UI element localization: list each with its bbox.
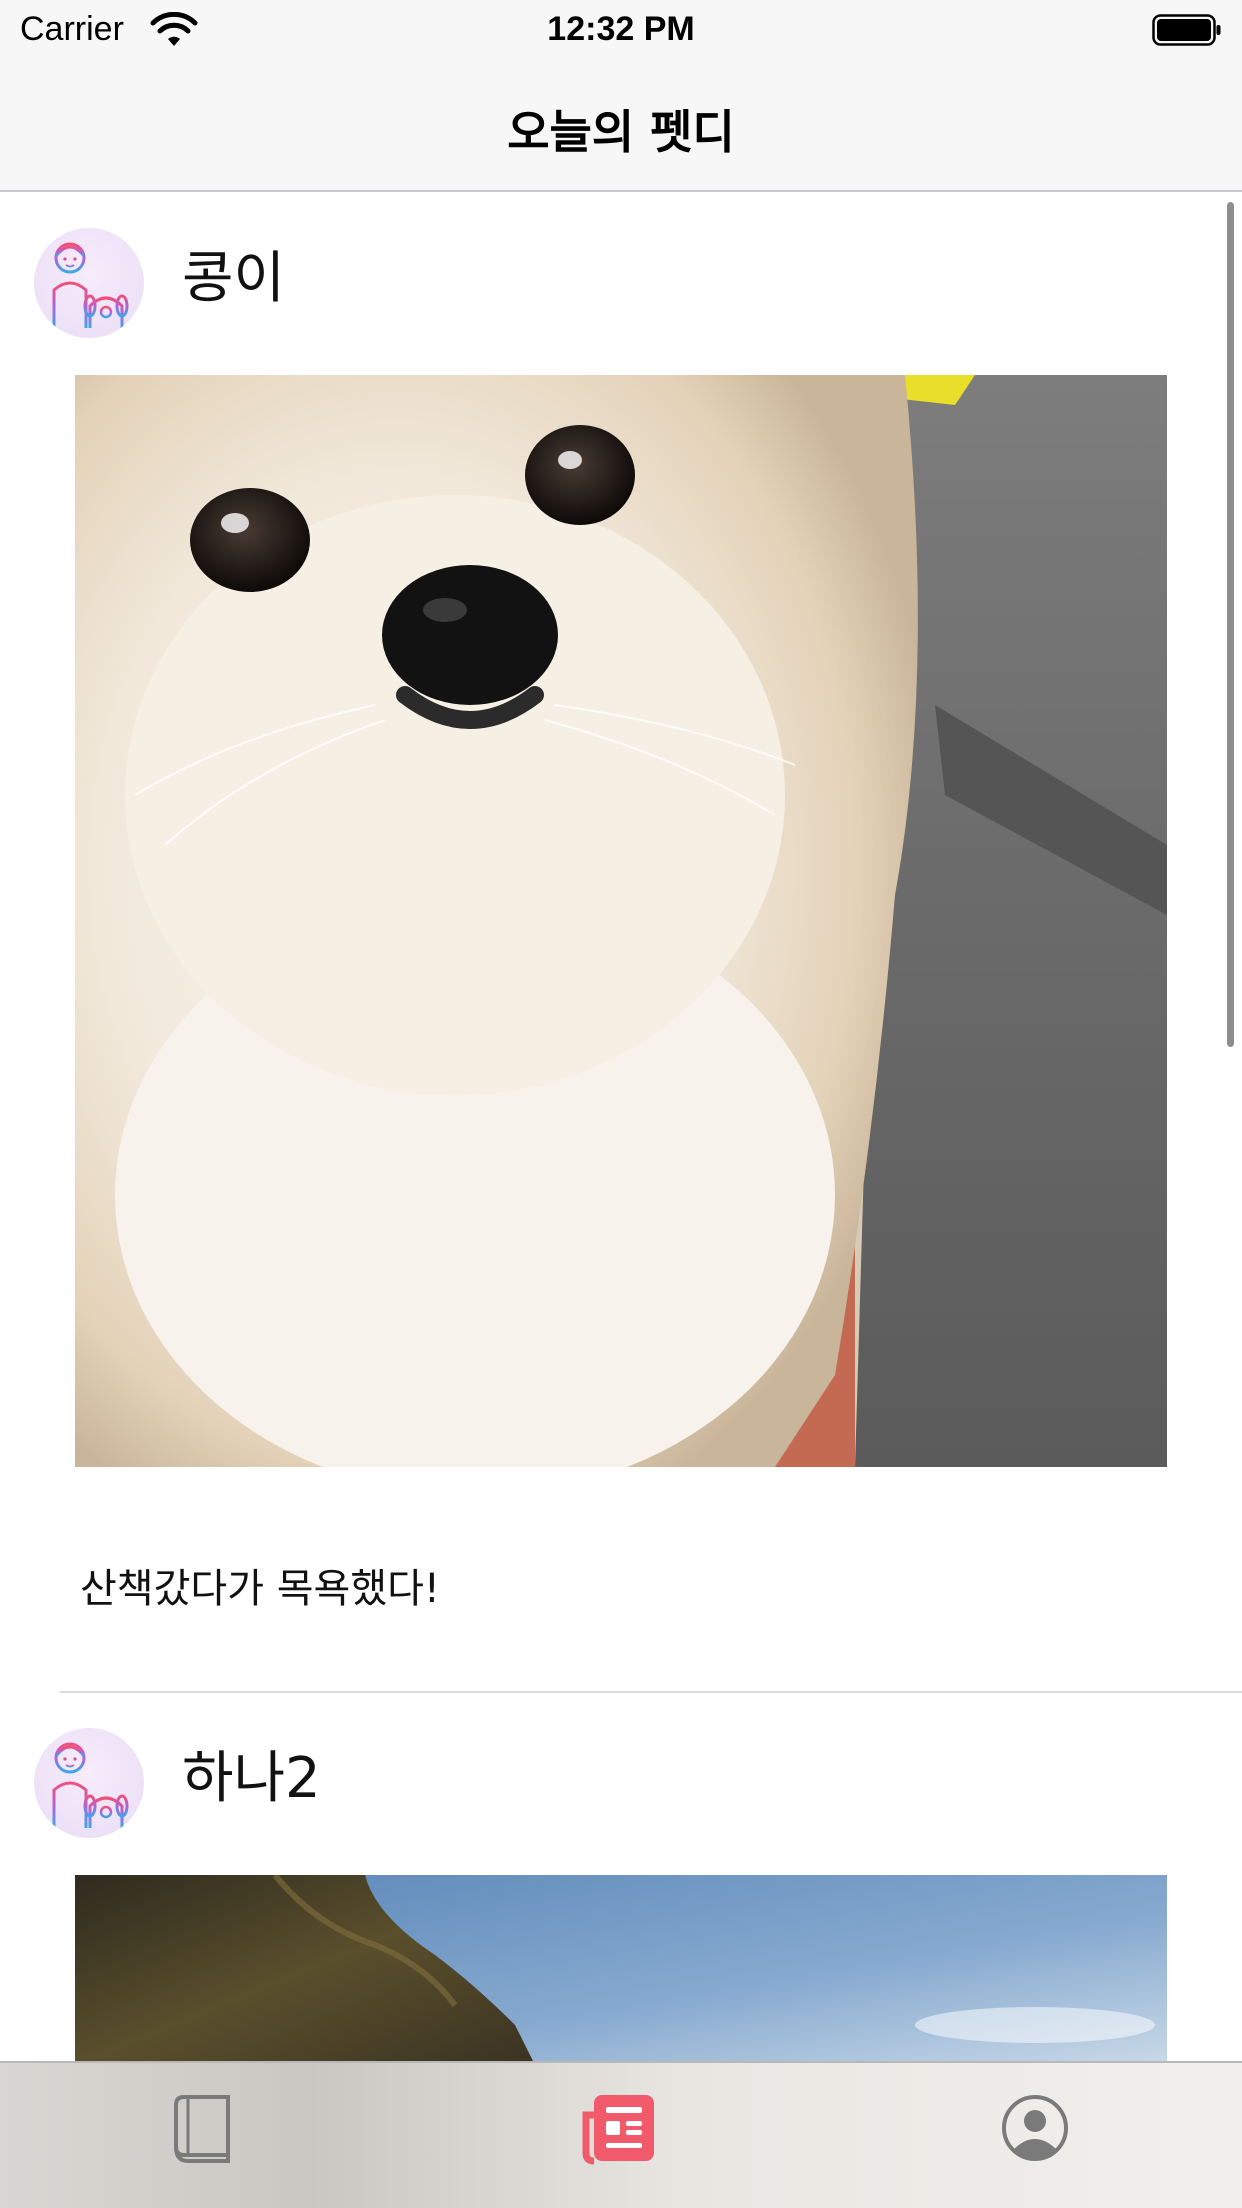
post-photo[interactable] [75, 375, 1167, 1467]
newspaper-icon [582, 2095, 654, 2165]
book-icon [174, 2095, 230, 2163]
pet-owner-avatar-icon [52, 1742, 129, 1828]
pet-name[interactable]: 하나2 [182, 1733, 321, 1814]
status-time: 12:32 PM [547, 10, 695, 48]
pomeranian-photo [75, 375, 1167, 1467]
feed-list[interactable]: 콩이 산책갔다가 목욕했다! 하나2 [0, 193, 1242, 2061]
pet-owner-avatar-icon [52, 242, 129, 328]
page-title: 오늘의 펫디 [507, 105, 735, 159]
post-caption: 산책갔다가 목욕했다! [80, 1566, 440, 1612]
tab-diary[interactable] [162, 2083, 252, 2173]
tab-profile[interactable] [990, 2083, 1080, 2173]
status-bar: Carrier 12:32 PM [0, 0, 1242, 60]
scroll-indicator[interactable] [1227, 202, 1234, 1047]
feed-post[interactable]: 하나2 [0, 1693, 1242, 2061]
feed-post[interactable]: 콩이 산책갔다가 목욕했다! [0, 193, 1242, 1693]
tab-bar [0, 2061, 1242, 2208]
landscape-photo [75, 1875, 1167, 2061]
pet-name[interactable]: 콩이 [182, 233, 285, 314]
tab-feed[interactable] [574, 2083, 664, 2173]
post-photo[interactable] [75, 1875, 1167, 2061]
battery-icon [1152, 14, 1221, 46]
avatar[interactable] [34, 228, 144, 338]
avatar[interactable] [34, 1728, 144, 1838]
profile-icon [1002, 2095, 1068, 2161]
navigation-bar: 오늘의 펫디 [0, 60, 1242, 192]
